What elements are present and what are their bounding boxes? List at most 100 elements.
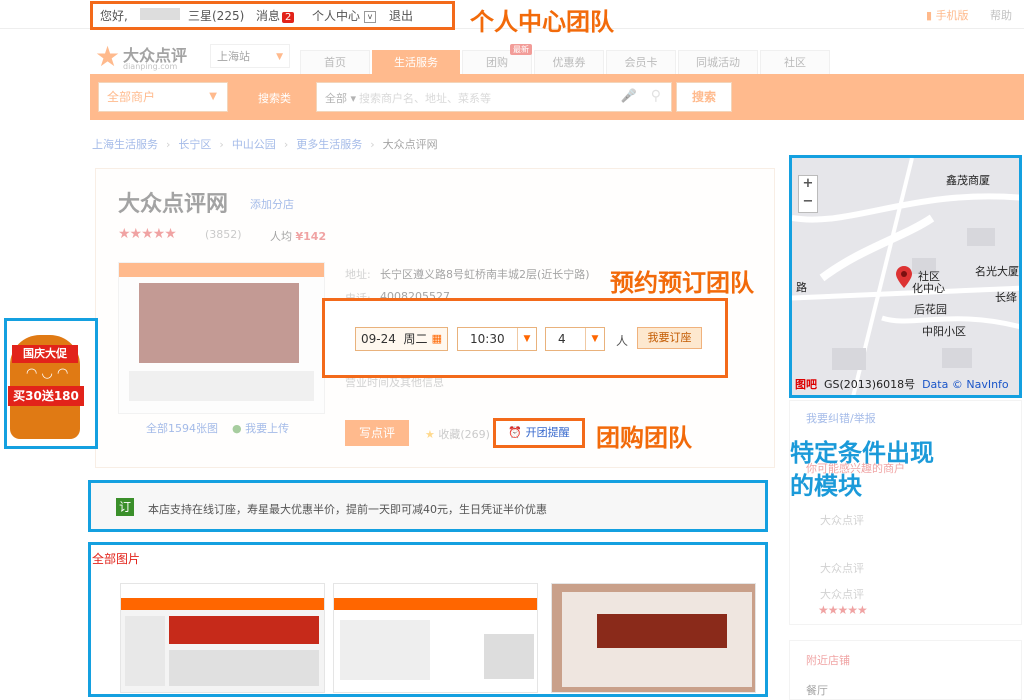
conditional-modules-annotation-line1: 特定条件出现 (790, 439, 934, 467)
user-center-annotation-box (90, 1, 455, 30)
logo-star-icon: ★ (95, 40, 121, 73)
favorite-label: 收藏(269) (438, 428, 490, 441)
site-logo[interactable]: ★ 大众点评 dianping.com (95, 40, 205, 75)
party-size-select[interactable]: 4 ▼ (545, 327, 605, 351)
average-price-value: ¥142 (295, 230, 327, 243)
photo-header-strip (119, 263, 324, 277)
tab-community[interactable]: 社区 (760, 50, 830, 74)
address-value: 长宁区遵义路8号虹桥南丰城2层(近长宁路) (380, 268, 590, 281)
photo-header-strip (121, 584, 324, 598)
all-photos-link[interactable]: 全部1594张图 (146, 420, 218, 436)
party-size-value: 4 (558, 332, 566, 346)
time-select[interactable]: 10:30 ▼ (457, 327, 537, 351)
user-center-team-annotation: 个人中心团队 (470, 8, 614, 36)
shop-cover-photo[interactable] (118, 262, 325, 414)
city-label: 上海站 (217, 50, 250, 63)
nearby-tab[interactable]: 餐厅 (806, 682, 828, 698)
tab-life-services[interactable]: 生活服务 (372, 50, 460, 74)
breadcrumb-item[interactable]: 更多生活服务 (296, 138, 362, 151)
favorite-link[interactable]: ★ 收藏(269) (425, 426, 490, 442)
photo-sidebar (125, 616, 165, 686)
breadcrumb-separator: › (166, 138, 171, 151)
photo-nav-strip (334, 598, 537, 610)
promo-title: 国庆大促 (12, 345, 78, 363)
map-data-label: Data © (922, 378, 963, 391)
photo-thumbnail[interactable] (551, 583, 756, 693)
zoom-in-button[interactable]: + (799, 176, 817, 191)
new-badge: 最新 (510, 44, 532, 55)
breadcrumb-item[interactable]: 上海生活服务 (92, 138, 158, 151)
breadcrumb: 上海生活服务 › 长宁区 › 中山公园 › 更多生活服务 › 大众点评网 (92, 136, 438, 152)
photo-map (484, 634, 534, 679)
search-scope[interactable]: 全部 ▾ (325, 90, 356, 106)
photo-thumbnail[interactable] (333, 583, 538, 693)
mascot-face-icon: ◠ ◡ ◠ (26, 366, 69, 381)
shop-name: 大众点评网 (118, 192, 229, 217)
report-link[interactable]: 我要纠错/举报 (806, 410, 876, 426)
map-label: 名光大厦 (975, 265, 1019, 278)
upload-photo-link[interactable]: ● 我要上传 (232, 420, 289, 436)
conditional-modules-annotation-line2: 的模块 (790, 472, 862, 500)
upload-icon: ● (232, 422, 242, 435)
search-input[interactable]: 全部 ▾ 搜索商户名、地址、菜系等 🎤 ⚲ (316, 82, 672, 112)
photo-banner (169, 616, 319, 644)
photo-thumbnail[interactable] (120, 583, 325, 693)
weekday-value: 周二 (403, 332, 428, 346)
map-zoom-control: + − (798, 175, 818, 213)
mobile-label: 手机版 (935, 9, 969, 22)
reserve-button[interactable]: 我要订座 (637, 327, 702, 349)
map-label: 鑫茂商厦 (946, 174, 990, 187)
mobile-link[interactable]: ▮ 手机版 (926, 7, 969, 23)
calendar-icon: ▦ (431, 332, 442, 345)
help-link[interactable]: 帮助 (990, 7, 1012, 23)
tab-local-events[interactable]: 同城活动 (678, 50, 758, 74)
search-icon[interactable]: ⚲ (651, 88, 661, 104)
map-label: 中阳小区 (922, 325, 966, 338)
alarm-clock-icon: ⏰ (508, 426, 523, 439)
date-picker[interactable]: 09-24 周二 ▦ (355, 327, 448, 351)
star-icon: ★ (425, 428, 435, 441)
tab-member-card[interactable]: 会员卡 (606, 50, 676, 74)
breadcrumb-separator: › (370, 138, 375, 151)
address-label: 地址: (345, 268, 371, 281)
zoom-out-button[interactable]: − (799, 194, 817, 209)
map-label: 化中心 (912, 282, 945, 295)
average-price: 人均 ¥142 (270, 228, 326, 244)
category-select-label: 全部商户 (107, 90, 156, 104)
tab-home[interactable]: 首页 (300, 50, 370, 74)
promo-offer: 买30送180 (8, 386, 84, 406)
related-shop[interactable]: 大众点评 (820, 560, 864, 576)
photo-content (340, 620, 430, 680)
add-branch-link[interactable]: 添加分店 (250, 196, 294, 212)
breadcrumb-item[interactable]: 长宁区 (178, 138, 211, 151)
microphone-icon[interactable]: 🎤 (621, 89, 637, 104)
category-select[interactable]: 全部商户 ▼ (98, 82, 228, 112)
booking-team-annotation: 预约预订团队 (610, 269, 754, 297)
breadcrumb-item[interactable]: 中山公园 (232, 138, 276, 151)
map-data-provider: NavInfo (966, 378, 1009, 391)
date-value: 09-24 (361, 332, 396, 346)
write-review-button[interactable]: 写点评 (345, 420, 409, 446)
chevron-down-icon: ▼ (276, 52, 283, 62)
photo-content (129, 371, 314, 401)
search-button[interactable]: 搜索 (676, 82, 732, 112)
tab-coupons[interactable]: 优惠券 (534, 50, 604, 74)
related-shop[interactable]: 大众点评 (820, 586, 864, 602)
upload-photo-label: 我要上传 (245, 422, 290, 435)
time-value: 10:30 (470, 332, 505, 346)
photo-banner (139, 283, 299, 363)
review-count[interactable]: (3852) (205, 228, 242, 241)
chevron-down-icon: ▼ (517, 328, 536, 350)
chevron-down-icon: ▼ (585, 328, 604, 350)
related-shop[interactable]: 大众点评 (820, 512, 864, 528)
map-label: 路 (796, 281, 807, 294)
city-select[interactable]: 上海站 ▼ (210, 44, 290, 68)
logo-subtext: dianping.com (123, 62, 178, 71)
map-pin-icon[interactable] (896, 266, 912, 288)
group-buy-team-annotation: 团购团队 (596, 424, 692, 452)
photo-content (169, 650, 319, 686)
booking-notice-text: 本店支持在线订座，寿星最大优惠半价，提前一天即可减40元，生日凭证半价优惠 (148, 503, 547, 516)
group-buy-reminder-button[interactable]: ⏰ 开团提醒 (493, 418, 585, 448)
all-photos-title[interactable]: 全部图片 (92, 550, 140, 567)
search-scope-label: 全部 (325, 92, 347, 105)
